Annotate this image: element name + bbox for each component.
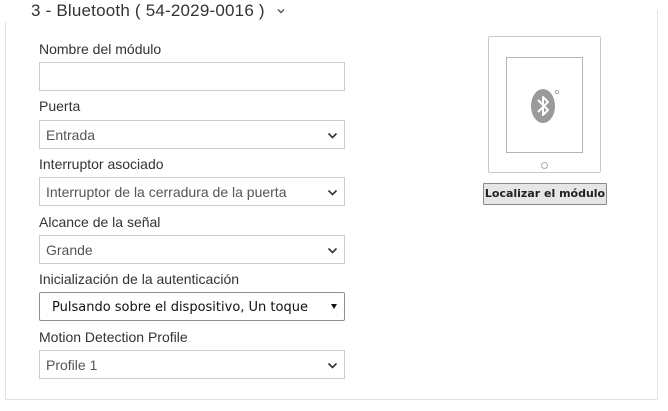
- auth-init-label: Inicialización de la autenticación: [39, 271, 240, 287]
- motion-label: Motion Detection Profile: [39, 329, 188, 345]
- chevron-down-icon: [327, 362, 338, 369]
- auth-init-select[interactable]: Pulsando sobre el dispositivo, Un toque: [39, 292, 345, 321]
- module-header[interactable]: 3 - Bluetooth ( 54-2029-0016 ): [0, 0, 295, 22]
- chevron-down-icon[interactable]: [275, 5, 287, 17]
- range-select[interactable]: Grande: [39, 235, 345, 264]
- device-illustration: [488, 36, 601, 173]
- module-title: 3 - Bluetooth ( 54-2029-0016 ): [31, 0, 265, 20]
- chevron-down-icon: [327, 189, 338, 196]
- motion-select-value: Profile 1: [46, 357, 98, 373]
- dropdown-arrow-icon: [331, 304, 337, 309]
- door-label: Puerta: [39, 98, 81, 114]
- range-label: Alcance de la señal: [39, 214, 161, 230]
- motion-select[interactable]: Profile 1: [39, 350, 345, 379]
- chevron-down-icon: [327, 132, 338, 139]
- door-select-value: Entrada: [46, 127, 96, 143]
- chevron-down-icon: [327, 247, 338, 254]
- device-led: [541, 162, 548, 169]
- switch-label: Interruptor asociado: [39, 156, 164, 172]
- switch-select-value: Interruptor de la cerradura de la puerta: [46, 184, 287, 200]
- device-screen: [506, 57, 583, 153]
- auth-init-select-value: Pulsando sobre el dispositivo, Un toque: [52, 300, 308, 315]
- switch-select[interactable]: Interruptor de la cerradura de la puerta: [39, 177, 345, 206]
- locate-module-button[interactable]: Localizar el módulo: [483, 183, 607, 205]
- door-select[interactable]: Entrada: [39, 120, 345, 149]
- module-name-label: Nombre del módulo: [39, 41, 162, 57]
- bluetooth-icon: [531, 89, 559, 123]
- module-name-input[interactable]: [39, 62, 345, 91]
- range-select-value: Grande: [46, 242, 93, 258]
